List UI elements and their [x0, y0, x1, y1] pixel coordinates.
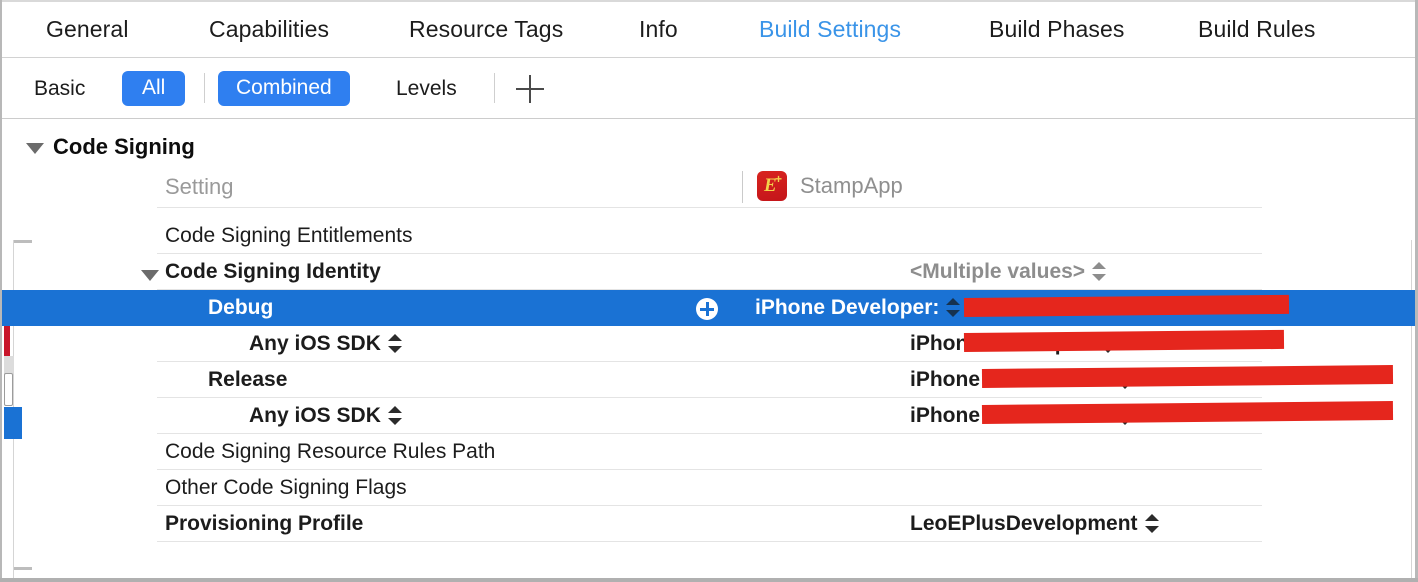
column-header-divider [742, 171, 743, 203]
row-value-code-signing-identity-debug[interactable]: iPhone Developer: [755, 295, 961, 320]
column-header-setting: Setting [165, 174, 234, 199]
gutter-selection-marker [4, 407, 22, 439]
settings-row-code-signing-entitlements[interactable]: Code Signing Entitlements [157, 218, 1262, 254]
row-label-text: Debug [208, 295, 274, 319]
row-label-text: Any iOS SDK [249, 403, 381, 427]
row-label-other-code-signing-flags: Other Code Signing Flags [165, 476, 407, 500]
settings-row-other-code-signing-flags[interactable]: Other Code Signing Flags [157, 470, 1262, 506]
filter-mode-levels[interactable]: Levels [386, 73, 467, 105]
row-value-stepper-icon[interactable] [1144, 513, 1159, 535]
triangle-down-icon[interactable] [26, 142, 44, 154]
row-value-code-signing-identity[interactable]: <Multiple values> [910, 259, 1107, 284]
gutter-scroll-thumb[interactable] [4, 373, 13, 406]
group-header-label: Code Signing [53, 134, 195, 159]
group-header-code-signing[interactable]: Code Signing [26, 134, 195, 160]
filter-scope-basic[interactable]: Basic [24, 73, 95, 105]
filter-mode-combined[interactable]: Combined [218, 71, 350, 106]
redaction-bar [981, 401, 1394, 424]
row-value-stepper-icon[interactable] [1092, 261, 1107, 283]
settings-row-provisioning-profile[interactable]: Provisioning Profile LeoEPlusDevelopment [157, 506, 1262, 542]
target-name-label: StampApp [800, 173, 903, 198]
row-label-code-signing-identity-release-anysdk: Any iOS SDK [249, 404, 402, 428]
add-setting-plus-icon[interactable] [514, 73, 546, 105]
row-label-code-signing-identity-debug-anysdk: Any iOS SDK [249, 332, 402, 356]
redaction-bar [981, 365, 1394, 388]
row-label-code-signing-identity: Code Signing Identity [141, 259, 381, 284]
editor-tab-bar: General Capabilities Resource Tags Info Buil… [2, 2, 1415, 58]
scrollbar-tick-top [14, 240, 32, 243]
row-label-code-signing-resource-rules-path: Code Signing Resource Rules Path [165, 440, 495, 464]
tab-build-phases[interactable]: Build Phases [989, 16, 1124, 43]
row-label-stepper-icon[interactable] [387, 333, 402, 355]
tab-info[interactable]: Info [639, 16, 678, 43]
stampapp-app-icon: E + [757, 171, 787, 201]
triangle-down-icon[interactable] [141, 269, 159, 281]
redaction-bar [963, 329, 1285, 352]
tab-build-settings[interactable]: Build Settings [759, 16, 901, 43]
row-label-text: Code Signing Entitlements [165, 223, 413, 247]
row-label-text: Any iOS SDK [249, 331, 381, 355]
settings-row-code-signing-resource-rules-path[interactable]: Code Signing Resource Rules Path [157, 434, 1262, 470]
filter-scope-all[interactable]: All [122, 71, 186, 106]
xcode-build-settings-window: General Capabilities Resource Tags Info Buil… [0, 0, 1418, 582]
build-settings-table: Code Signing Setting E + StampApp Code S… [2, 120, 1415, 578]
window-bottom-edge [0, 578, 1418, 582]
redaction-bar [963, 294, 1290, 317]
row-label-text: Provisioning Profile [165, 511, 364, 535]
row-label-code-signing-identity-release: Release [208, 368, 287, 392]
row-value-stepper-icon[interactable] [946, 297, 961, 319]
row-value-text: iPhone Developer: [755, 295, 940, 319]
row-label-text: Release [208, 367, 288, 391]
gutter-marker-lower [4, 356, 14, 374]
tab-capabilities[interactable]: Capabilities [209, 16, 329, 43]
row-label-provisioning-profile: Provisioning Profile [165, 512, 363, 536]
filter-divider-1 [204, 73, 205, 103]
row-add-value-plus-icon[interactable] [696, 298, 718, 320]
build-settings-filter-bar: Basic All Combined Levels [2, 59, 1415, 167]
filter-divider-2 [494, 73, 495, 103]
app-icon-plus-glyph: + [774, 172, 782, 186]
row-value-text: <Multiple values> [910, 259, 1086, 283]
row-label-text: Code Signing Identity [165, 259, 381, 283]
scrollbar-tick-bottom [14, 567, 32, 570]
row-label-code-signing-entitlements: Code Signing Entitlements [165, 224, 412, 248]
table-column-header: Setting E + StampApp [157, 166, 1262, 208]
tab-general[interactable]: General [46, 16, 129, 43]
row-label-text: Code Signing Resource Rules Path [165, 439, 496, 463]
row-value-text: LeoEPlusDevelopment [910, 511, 1138, 535]
row-label-text: Other Code Signing Flags [165, 475, 407, 499]
row-label-stepper-icon[interactable] [387, 405, 402, 427]
tab-resource-tags[interactable]: Resource Tags [409, 16, 563, 43]
gutter-red-marker [4, 323, 10, 357]
tab-build-rules[interactable]: Build Rules [1198, 16, 1315, 43]
row-value-provisioning-profile[interactable]: LeoEPlusDevelopment [910, 512, 1159, 536]
settings-row-code-signing-identity[interactable]: Code Signing Identity <Multiple values> [141, 254, 1262, 290]
row-label-code-signing-identity-debug: Debug [208, 296, 273, 320]
